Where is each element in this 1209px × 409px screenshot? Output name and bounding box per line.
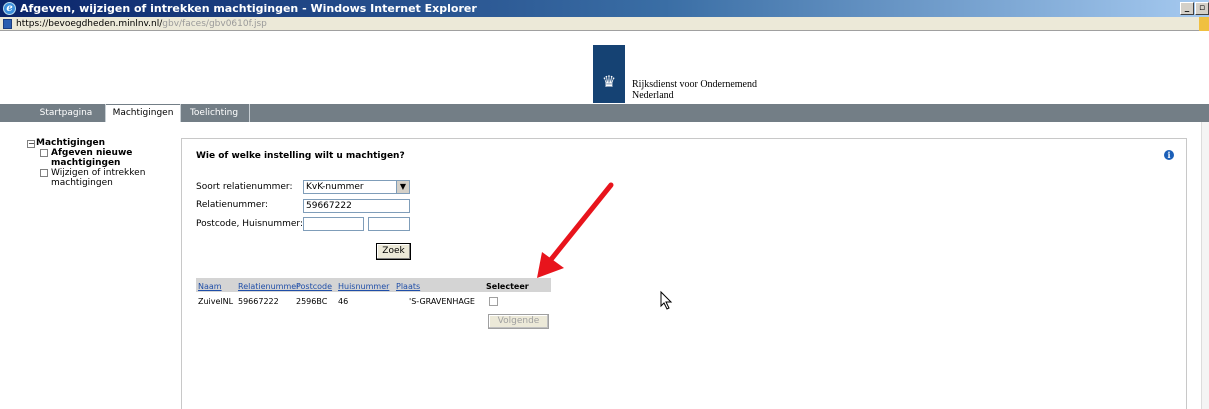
page-header: ♛ Rijksdienst voor Ondernemend Nederland xyxy=(0,31,1209,104)
column-relatienummer[interactable]: Relatienummer xyxy=(238,282,299,291)
relation-type-select[interactable]: KvK-nummer ▼ xyxy=(303,180,410,194)
tab-toelichting[interactable]: Toelichting xyxy=(182,105,246,122)
search-button[interactable]: Zoek xyxy=(376,243,411,260)
organization-name: Rijksdienst voor Ondernemend Nederland xyxy=(632,79,757,101)
main-panel: Wie of welke instelling wilt u machtigen… xyxy=(181,138,1187,409)
minimize-button[interactable]: _ xyxy=(1180,2,1194,15)
select-checkbox[interactable] xyxy=(489,297,498,306)
page-title: Wie of welke instelling wilt u machtigen… xyxy=(196,151,405,161)
relation-number-input[interactable]: 59667222 xyxy=(303,199,410,213)
window-title: Afgeven, wijzigen of intrekken machtigin… xyxy=(20,2,477,15)
tab-startpagina[interactable]: Startpagina xyxy=(30,105,102,122)
go-icon[interactable] xyxy=(1199,17,1209,31)
housenumber-input[interactable] xyxy=(368,217,410,231)
postcode-label: Postcode, Huisnummer: xyxy=(196,219,303,229)
arrow-head xyxy=(537,252,564,278)
column-naam[interactable]: Naam xyxy=(198,282,222,291)
tree-leaf-icon xyxy=(40,169,48,177)
column-plaats[interactable]: Plaats xyxy=(396,282,420,291)
tree-root-machtigingen[interactable]: −Machtigingen xyxy=(27,138,177,148)
column-selecteer: Selecteer xyxy=(486,282,529,291)
window-controls: _ ▫ xyxy=(1180,2,1209,15)
page-icon xyxy=(3,19,12,29)
chevron-down-icon[interactable]: ▼ xyxy=(396,181,409,193)
address-bar[interactable]: https://bevoegdheden.minlnv.nl/gbv/faces… xyxy=(0,17,1209,31)
postcode-input[interactable] xyxy=(303,217,364,231)
cell-naam: ZuivelNL xyxy=(198,297,234,306)
internet-explorer-icon: e xyxy=(3,2,16,15)
arrow-shaft xyxy=(546,182,614,265)
relation-type-label: Soort relatienummer: xyxy=(196,182,293,192)
url-text[interactable]: https://bevoegdheden.minlnv.nl/gbv/faces… xyxy=(16,17,267,31)
cell-huisnummer: 46 xyxy=(338,297,349,306)
main-navigation: Startpagina Machtigingen Toelichting xyxy=(0,104,1209,122)
sidebar-tree: −Machtigingen Afgeven nieuwe machtiginge… xyxy=(27,138,177,188)
collapse-icon[interactable]: − xyxy=(27,140,35,148)
relation-number-label: Relatienummer: xyxy=(196,200,269,210)
results-table-header: Naam Relatienummer Postcode Huisnummer P… xyxy=(196,278,551,292)
tree-leaf-icon xyxy=(40,149,48,157)
tab-divider xyxy=(180,104,181,122)
tab-machtigingen[interactable]: Machtigingen xyxy=(106,105,180,122)
next-button[interactable]: Volgende xyxy=(488,314,549,329)
cell-plaats: 'S-GRAVENHAGE xyxy=(409,297,475,306)
mouse-cursor-icon xyxy=(660,290,673,310)
window-titlebar: e Afgeven, wijzigen of intrekken machtig… xyxy=(0,0,1209,17)
tree-item-wijzigen[interactable]: Wijzigen of intrekken machtigingen xyxy=(27,168,177,188)
cell-postcode: 2596BC xyxy=(296,297,328,306)
crest-icon: ♛ xyxy=(601,72,617,91)
column-postcode[interactable]: Postcode xyxy=(296,282,332,291)
column-huisnummer[interactable]: Huisnummer xyxy=(338,282,389,291)
info-icon[interactable]: i xyxy=(1164,150,1174,160)
tree-item-afgeven[interactable]: Afgeven nieuwe machtigingen xyxy=(27,148,177,168)
government-logo: ♛ xyxy=(593,45,625,103)
maximize-button[interactable]: ▫ xyxy=(1195,2,1209,15)
annotation-arrow xyxy=(537,182,614,278)
tab-divider xyxy=(249,104,250,122)
cell-relatienummer: 59667222 xyxy=(238,297,279,306)
